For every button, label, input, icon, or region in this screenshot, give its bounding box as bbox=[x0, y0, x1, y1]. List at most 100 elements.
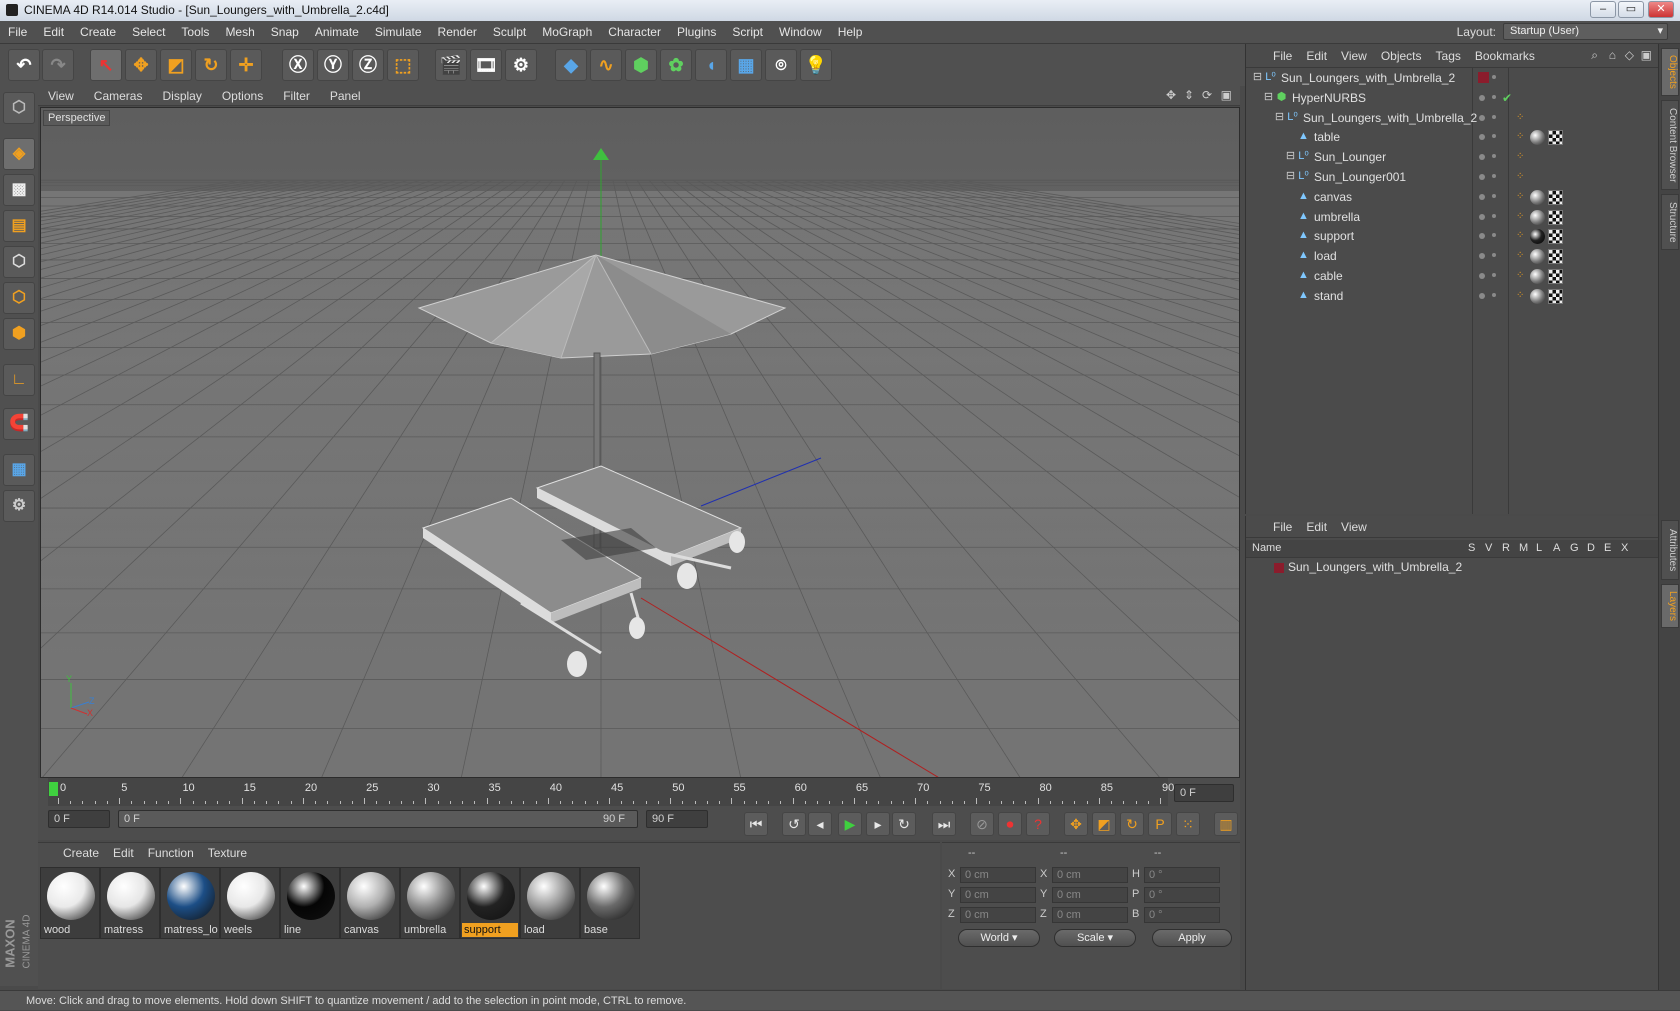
rotate-tool-icon[interactable]: ↻ bbox=[195, 49, 227, 81]
vp-menu-options[interactable]: Options bbox=[212, 86, 273, 106]
menu-animate[interactable]: Animate bbox=[307, 21, 367, 44]
layer-menu-file[interactable]: File bbox=[1266, 516, 1299, 538]
render-settings-icon[interactable]: ⚙ bbox=[505, 49, 537, 81]
menu-edit[interactable]: Edit bbox=[35, 21, 72, 44]
obj-menu-bookmarks[interactable]: Bookmarks bbox=[1468, 44, 1542, 68]
layer-column-header[interactable]: E bbox=[1604, 542, 1611, 554]
object-row[interactable]: ▲ support ⁘ bbox=[1246, 226, 1659, 246]
obj-menu-objects[interactable]: Objects bbox=[1374, 44, 1429, 68]
material-swatch[interactable]: load bbox=[520, 867, 580, 939]
go-to-start-icon[interactable]: ⏮ bbox=[744, 812, 768, 836]
object-row[interactable]: ▲ canvas ⁘ bbox=[1246, 187, 1659, 207]
menu-window[interactable]: Window bbox=[771, 21, 830, 44]
redo-icon[interactable]: ↷ bbox=[42, 49, 74, 81]
uvw-tag-icon[interactable] bbox=[1548, 229, 1563, 245]
deformer-icon[interactable]: ◖ bbox=[695, 49, 727, 81]
material-swatch[interactable]: matress_lo bbox=[160, 867, 220, 939]
material-tag-icon[interactable] bbox=[1530, 288, 1545, 304]
menu-script[interactable]: Script bbox=[724, 21, 771, 44]
phong-tag-icon[interactable]: ⁘ bbox=[1516, 211, 1526, 222]
mat-menu-edit[interactable]: Edit bbox=[106, 843, 141, 863]
object-row[interactable]: ⊟ L⁰ Sun_Lounger ⁘ bbox=[1246, 147, 1659, 167]
render-visibility-dot[interactable] bbox=[1492, 134, 1496, 139]
current-frame-field[interactable]: 0 F bbox=[1174, 784, 1234, 802]
layer-column-header[interactable]: A bbox=[1553, 542, 1560, 554]
go-to-end-icon[interactable]: ⏭ bbox=[932, 812, 956, 836]
render-visibility-dot[interactable] bbox=[1492, 253, 1496, 258]
previous-frame-icon[interactable]: ◂ bbox=[808, 812, 832, 836]
object-row[interactable]: ▲ cable ⁘ bbox=[1246, 266, 1659, 286]
object-row[interactable]: ▲ stand ⁘ bbox=[1246, 286, 1659, 306]
home-icon[interactable]: ⌂ bbox=[1609, 48, 1616, 62]
orbit-view-icon[interactable]: ⟳ bbox=[1202, 88, 1212, 102]
editor-visibility-dot[interactable] bbox=[1479, 213, 1485, 220]
layout-select[interactable]: Startup (User) ▾ bbox=[1503, 23, 1668, 40]
cube-object-icon[interactable]: ◆ bbox=[555, 49, 587, 81]
x-axis-lock-icon[interactable]: Ⓧ bbox=[282, 49, 314, 81]
material-tag-icon[interactable] bbox=[1530, 209, 1545, 225]
object-row[interactable]: ⊟ L⁰ Sun_Loungers_with_Umbrella_2 bbox=[1246, 68, 1659, 88]
render-visibility-dot[interactable] bbox=[1492, 193, 1496, 198]
render-visibility-dot[interactable] bbox=[1492, 75, 1496, 79]
apply-button[interactable]: Apply bbox=[1152, 929, 1232, 947]
menu-mograph[interactable]: MoGraph bbox=[534, 21, 600, 44]
minimize-button[interactable]: – bbox=[1590, 1, 1616, 18]
edges-mode-icon[interactable]: ⬡ bbox=[3, 282, 35, 314]
material-tag-icon[interactable] bbox=[1530, 249, 1545, 265]
mat-menu-create[interactable]: Create bbox=[56, 843, 106, 863]
tab-attributes[interactable]: Attributes bbox=[1661, 520, 1679, 580]
render-visibility-dot[interactable] bbox=[1492, 233, 1496, 238]
layer-column-header[interactable]: V bbox=[1485, 542, 1492, 554]
phong-tag-icon[interactable]: ⁘ bbox=[1516, 290, 1526, 301]
menu-character[interactable]: Character bbox=[600, 21, 669, 44]
menu-render[interactable]: Render bbox=[430, 21, 485, 44]
phong-tag-icon[interactable]: ⁘ bbox=[1516, 132, 1526, 142]
layer-column-header[interactable]: M bbox=[1519, 542, 1528, 554]
maximize-button[interactable]: ▭ bbox=[1618, 1, 1644, 18]
render-visibility-dot[interactable] bbox=[1492, 213, 1496, 218]
material-swatch[interactable]: support bbox=[460, 867, 520, 939]
scale-tool-icon[interactable]: ◩ bbox=[160, 49, 192, 81]
key-scale-icon[interactable]: ◩ bbox=[1092, 812, 1116, 836]
render-picture-viewer-icon[interactable]: 🎞 bbox=[470, 49, 502, 81]
expand-toggle-icon[interactable]: ⊟ bbox=[1285, 151, 1296, 162]
light-icon[interactable]: 💡 bbox=[800, 49, 832, 81]
render-visibility-dot[interactable] bbox=[1492, 94, 1496, 99]
material-swatch[interactable]: umbrella bbox=[400, 867, 460, 939]
layer-column-header[interactable]: D bbox=[1587, 542, 1595, 554]
coord-value-field[interactable]: 0 ° bbox=[1144, 867, 1220, 883]
coord-value-field[interactable]: 0 ° bbox=[1144, 887, 1220, 903]
tab-content-browser[interactable]: Content Browser bbox=[1661, 100, 1679, 190]
workplane-lock-icon[interactable]: ▦ bbox=[3, 454, 35, 486]
vp-menu-filter[interactable]: Filter bbox=[273, 86, 320, 106]
layer-color-tag[interactable] bbox=[1478, 72, 1489, 83]
object-row[interactable]: ⊟ L⁰ Sun_Loungers_with_Umbrella_2 ⁘ bbox=[1246, 108, 1659, 128]
phong-tag-icon[interactable]: ⁘ bbox=[1516, 231, 1526, 241]
layer-color-swatch[interactable] bbox=[1274, 563, 1284, 573]
live-selection-icon[interactable]: ↖ bbox=[90, 49, 122, 81]
coord-value-field[interactable]: 0 cm bbox=[1052, 907, 1128, 923]
next-key-icon[interactable]: ↻ bbox=[892, 812, 916, 836]
editor-visibility-dot[interactable] bbox=[1479, 114, 1485, 121]
uvw-tag-icon[interactable] bbox=[1548, 130, 1563, 146]
material-tag-icon[interactable] bbox=[1530, 269, 1545, 284]
coord-mode-select[interactable]: World ▾ bbox=[958, 929, 1040, 947]
uvw-tag-icon[interactable] bbox=[1548, 288, 1563, 304]
menu-select[interactable]: Select bbox=[124, 21, 173, 44]
layer-menu-edit[interactable]: Edit bbox=[1299, 516, 1334, 538]
editor-visibility-dot[interactable] bbox=[1479, 253, 1485, 260]
layer-column-header[interactable]: X bbox=[1621, 542, 1628, 554]
render-visibility-dot[interactable] bbox=[1492, 273, 1496, 277]
polygons-mode-icon[interactable]: ⬢ bbox=[3, 318, 35, 350]
keyframe-selection-icon[interactable]: ? bbox=[1026, 812, 1050, 836]
render-view-icon[interactable]: 🎬 bbox=[435, 49, 467, 81]
toggle-layout-icon[interactable]: ▣ bbox=[1221, 88, 1232, 102]
editor-visibility-dot[interactable] bbox=[1479, 134, 1485, 141]
autokey-icon[interactable]: ⏺ bbox=[998, 812, 1022, 836]
expand-toggle-icon[interactable]: ⊟ bbox=[1252, 72, 1263, 83]
editor-visibility-dot[interactable] bbox=[1479, 94, 1485, 101]
start-frame-field[interactable]: 0 F bbox=[48, 810, 110, 828]
pan-view-icon[interactable]: ✥ bbox=[1166, 88, 1176, 102]
vp-menu-cameras[interactable]: Cameras bbox=[84, 86, 153, 106]
key-rotation-icon[interactable]: ↻ bbox=[1120, 812, 1144, 836]
